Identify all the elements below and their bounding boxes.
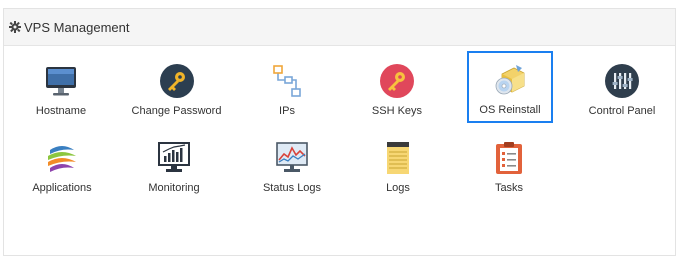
tile-label: IPs (279, 105, 295, 117)
vps-management-panel: VPS Management Hostname Change Password … (3, 8, 676, 256)
monitor-icon (43, 63, 79, 99)
control-panel-icon (604, 63, 640, 99)
tile-logs[interactable]: Logs (355, 131, 441, 201)
gear-icon (9, 21, 21, 33)
applications-icon (44, 140, 80, 176)
ssh-key-icon (379, 63, 415, 99)
tile-monitoring[interactable]: Monitoring (131, 131, 217, 201)
tile-hostname[interactable]: Hostname (18, 54, 104, 124)
tile-label: Status Logs (262, 182, 322, 194)
tile-label: Monitoring (148, 182, 200, 194)
tile-applications[interactable]: Applications (18, 131, 106, 201)
status-logs-icon (274, 140, 310, 176)
tile-status-logs[interactable]: Status Logs (247, 131, 337, 201)
tile-label: SSH Keys (371, 105, 423, 117)
logs-icon (380, 140, 416, 176)
tile-tasks[interactable]: Tasks (466, 131, 552, 201)
tile-label: OS Reinstall (479, 104, 541, 116)
network-icon (269, 63, 305, 99)
monitoring-icon (156, 140, 192, 176)
tile-ssh-keys[interactable]: SSH Keys (354, 54, 440, 124)
tile-control-panel[interactable]: Control Panel (577, 54, 667, 124)
tile-label: Logs (386, 182, 410, 194)
panel-header: VPS Management (4, 9, 675, 46)
tile-label: Applications (32, 182, 92, 194)
tile-label: Change Password (131, 105, 222, 117)
tasks-icon (491, 140, 527, 176)
tile-os-reinstall[interactable]: OS Reinstall (467, 51, 553, 123)
tile-label: Tasks (494, 182, 524, 194)
panel-title: VPS Management (24, 19, 130, 35)
tile-label: Control Panel (588, 105, 656, 117)
os-reinstall-icon (492, 62, 528, 98)
key-icon (159, 63, 195, 99)
tile-change-password[interactable]: Change Password (129, 54, 224, 124)
tile-ips[interactable]: IPs (244, 54, 330, 124)
tile-label: Hostname (35, 105, 87, 117)
